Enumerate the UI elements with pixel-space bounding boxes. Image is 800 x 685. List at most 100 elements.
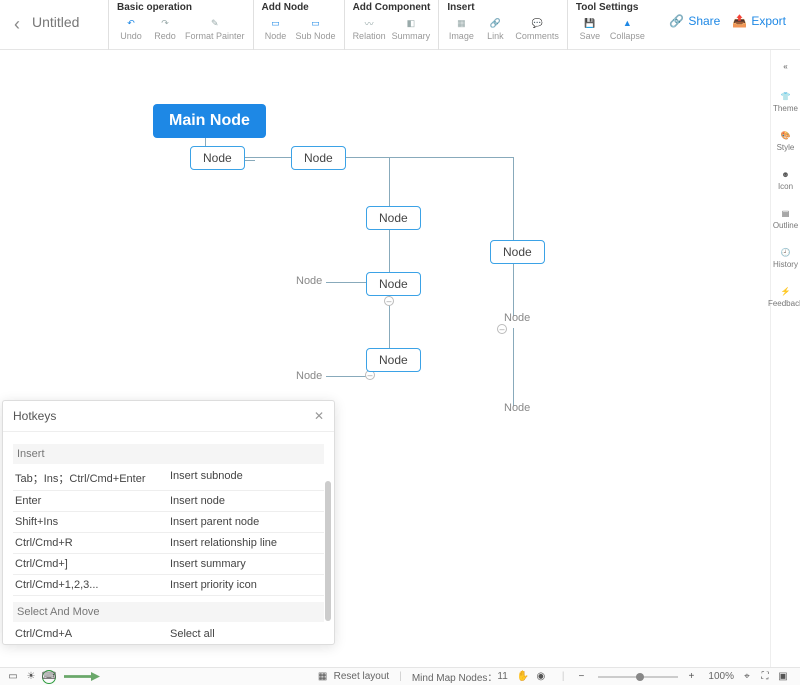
node-count: 11 [497,671,507,682]
undo-button[interactable]: ↶Undo [117,15,145,41]
group-addcomp-title: Add Component [353,2,431,13]
summary-icon: ◧ [403,15,419,31]
side-panel: « 👕Theme 🎨Style ☻Icon ▤Outline 🕘History … [770,50,800,667]
hotkey-row: Ctrl/Cmd+]Insert summary [13,554,324,575]
add-node-button[interactable]: ▭Node [262,15,290,41]
bolt-icon: ⚡ [778,283,794,299]
sun-icon[interactable]: ☀ [24,670,38,684]
leaf-node[interactable]: Node [296,275,322,287]
status-bar: ▭ ☀ ⌨ ▦ Reset layout | Mind Map Nodes： 1… [0,667,800,685]
collapse-toggle[interactable]: – [497,324,507,334]
share-icon: 🔗 [669,14,684,28]
edge [389,228,390,272]
hotkeys-body[interactable]: Insert Tab；Ins；Ctrl/Cmd+EnterInsert subn… [3,432,334,644]
scrollbar[interactable] [325,481,331,621]
feedback-button[interactable]: ⚡Feedback [768,283,800,308]
node[interactable]: Node [190,146,245,170]
hand-icon[interactable]: ✋ [516,670,530,684]
grid-icon[interactable]: ▦ [316,670,330,684]
zoom-out-button[interactable]: − [574,670,588,684]
panel-collapse-button[interactable]: « [778,58,794,74]
zoom-level: 100% [708,671,734,682]
outline-icon: ▤ [777,205,793,221]
zoom-slider[interactable] [598,676,678,678]
edge [513,262,514,316]
leaf-node[interactable]: Node [504,402,530,414]
hotkey-row: Shift+InsInsert parent node [13,512,324,533]
share-button[interactable]: 🔗Share [669,14,720,28]
insert-image-button[interactable]: ▦Image [447,15,475,41]
clock-icon: 🕘 [777,244,793,260]
style-button[interactable]: 🎨Style [777,127,795,152]
relation-icon: 〰 [361,15,377,31]
group-insert-title: Insert [447,2,559,13]
chevron-left-icon: « [778,58,794,74]
node[interactable]: Node [366,272,421,296]
summary-button[interactable]: ◧Summary [392,15,431,41]
hotkeys-title: Hotkeys [13,409,56,423]
history-button[interactable]: 🕘History [773,244,798,269]
edge [389,157,390,207]
brush-icon: ✎ [207,15,223,31]
group-tools-title: Tool Settings [576,2,645,13]
save-button[interactable]: 💾Save [576,15,604,41]
eye-icon[interactable]: ◉ [534,670,548,684]
relation-button[interactable]: 〰Relation [353,15,386,41]
hotkey-row: EnterInsert node [13,491,324,512]
arrow-annotation [64,672,100,681]
edge [513,157,514,242]
back-button[interactable]: ‹ [6,0,28,49]
edge [326,282,366,283]
edge [513,328,514,406]
collapse-button[interactable]: ▲Collapse [610,15,645,41]
redo-icon: ↷ [157,15,173,31]
leaf-node[interactable]: Node [296,370,322,382]
fit-icon[interactable]: ▣ [776,670,790,684]
palette-icon: 🎨 [777,127,793,143]
screen-icon[interactable]: ▭ [6,670,20,684]
add-subnode-button[interactable]: ▭Sub Node [296,15,336,41]
center-icon[interactable]: ⌖ [740,670,754,684]
undo-icon: ↶ [123,15,139,31]
icon-button[interactable]: ☻Icon [778,166,794,191]
doc-title[interactable]: Untitled [28,0,108,30]
node[interactable]: Node [291,146,346,170]
group-addnode-title: Add Node [262,2,336,13]
keyboard-icon[interactable]: ⌨ [42,670,56,684]
face-icon: ☻ [778,166,794,182]
format-painter-button[interactable]: ✎Format Painter [185,15,245,41]
redo-button[interactable]: ↷Redo [151,15,179,41]
subnode-icon: ▭ [308,15,324,31]
node[interactable]: Node [366,348,421,372]
main-node[interactable]: Main Node [153,104,266,138]
group-basic-title: Basic operation [117,2,245,13]
outline-button[interactable]: ▤Outline [773,205,798,230]
hotkey-row: Ctrl/Cmd+RInsert relationship line [13,533,324,554]
node-count-label: Mind Map Nodes： [412,669,498,684]
leaf-node[interactable]: Node [504,312,530,324]
close-icon[interactable]: ✕ [314,409,324,423]
collapse-toggle[interactable]: – [384,296,394,306]
hotkeys-section: Select And Move [13,602,324,622]
save-icon: 💾 [582,15,598,31]
node[interactable]: Node [366,206,421,230]
collapse-icon: ▲ [619,15,635,31]
theme-button[interactable]: 👕Theme [773,88,798,113]
insert-comment-button[interactable]: 💬Comments [515,15,559,41]
node-icon: ▭ [268,15,284,31]
insert-link-button[interactable]: 🔗Link [481,15,509,41]
hotkeys-section: Insert [13,444,324,464]
edge [326,376,366,377]
hotkey-row: Tab；Ins；Ctrl/Cmd+EnterInsert subnode [13,466,324,491]
fullscreen-icon[interactable]: ⛶ [758,670,772,684]
shirt-icon: 👕 [778,88,794,104]
export-button[interactable]: 📤Export [732,14,786,28]
image-icon: ▦ [453,15,469,31]
link-icon: 🔗 [487,15,503,31]
node[interactable]: Node [490,240,545,264]
hotkey-row: Ctrl/Cmd+ASelect all [13,624,324,644]
zoom-in-button[interactable]: + [684,670,698,684]
hotkey-row: Ctrl/Cmd+1,2,3...Insert priority icon [13,575,324,596]
reset-layout-button[interactable]: Reset layout [334,671,390,682]
canvas[interactable]: – – – Main Node Node Node Node Node Node… [0,50,770,667]
